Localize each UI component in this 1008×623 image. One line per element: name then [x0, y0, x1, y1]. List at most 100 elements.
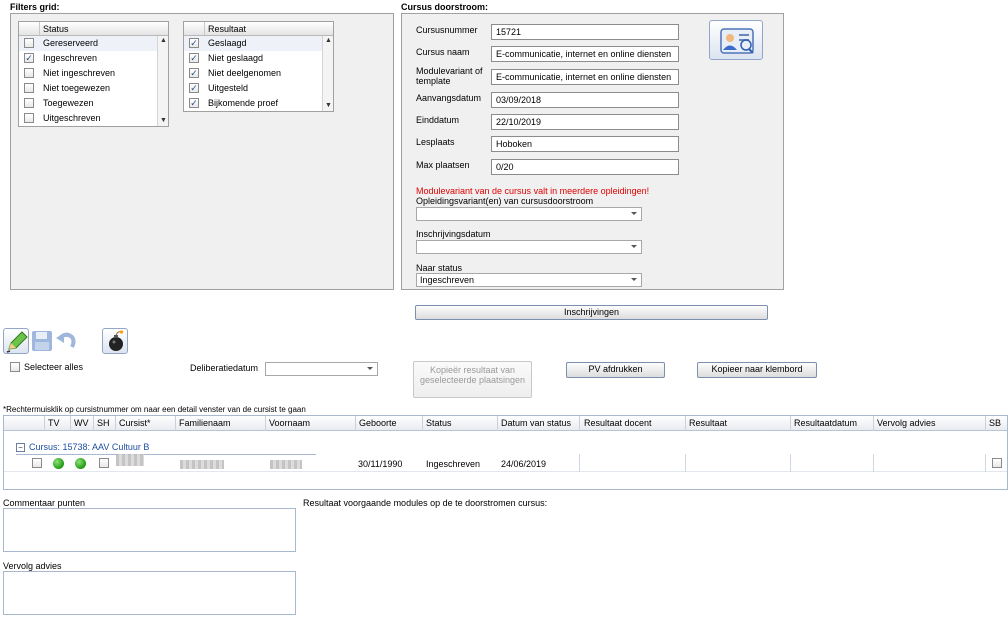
grid-header: TV WV SH Cursist* Familienaam Voornaam Geboort…: [4, 416, 1007, 431]
filter-checkbox[interactable]: ✓: [189, 53, 199, 63]
save-button[interactable]: [30, 329, 54, 353]
column-header[interactable]: WV: [74, 418, 89, 428]
wv-status-icon: [75, 458, 86, 469]
filters-title: Filters grid:: [10, 2, 60, 12]
vervolg-advies-label: Vervolg advies: [3, 561, 62, 571]
familienaam-redacted: [180, 460, 224, 469]
column-header[interactable]: Vervolg advies: [877, 418, 936, 428]
filter-checkbox[interactable]: ✓: [189, 38, 199, 48]
filter-checkbox[interactable]: ✓: [189, 68, 199, 78]
column-header[interactable]: Cursist*: [119, 418, 151, 428]
opleiding-select[interactable]: [416, 207, 642, 221]
sh-checkbox[interactable]: [99, 458, 109, 468]
column-header[interactable]: Geboorte: [359, 418, 397, 428]
filter-checkbox[interactable]: [24, 98, 34, 108]
copy-clipboard-button[interactable]: Kopieer naar klembord: [697, 362, 817, 378]
filter-row[interactable]: Niet ingeschreven: [19, 66, 168, 81]
deliberatiedatum-select[interactable]: [265, 362, 378, 376]
filter-checkbox[interactable]: [24, 113, 34, 123]
select-all-checkbox[interactable]: [10, 362, 20, 372]
column-header[interactable]: TV: [48, 418, 60, 428]
modulevariant-field[interactable]: E-communicatie, internet en online diens…: [491, 69, 679, 85]
row-select-checkbox[interactable]: [32, 458, 42, 468]
checkmark-icon: ✓: [190, 68, 198, 78]
column-header[interactable]: Resultaat docent: [584, 418, 652, 428]
pv-print-button[interactable]: PV afdrukken: [566, 362, 665, 378]
inschrijvingen-button[interactable]: Inschrijvingen: [415, 305, 768, 320]
aanvangsdatum-label: Aanvangsdatum: [416, 93, 482, 103]
cursusnummer-field[interactable]: 15721: [491, 24, 679, 40]
filter-label: Toegewezen: [43, 98, 94, 108]
filter-checkbox[interactable]: ✓: [189, 83, 199, 93]
status-scrollbar[interactable]: ▲ ▼: [157, 36, 168, 126]
filter-row[interactable]: ✓ Bijkomende proef: [184, 96, 333, 111]
resultaat-header-label: Resultaat: [208, 24, 247, 34]
cursist-number-redacted[interactable]: [116, 454, 144, 466]
aanvangsdatum-field[interactable]: 03/09/2018: [491, 92, 679, 108]
modulevariant-label: Modulevariant of template: [416, 66, 483, 86]
resultaat-filter-list: Resultaat ✓ Geslaagd ✓ Niet geslaagd ✓ Niet d…: [183, 21, 334, 112]
cursusnaam-field[interactable]: E-communicatie, internet en online diens…: [491, 46, 679, 62]
undo-button[interactable]: [54, 329, 78, 353]
column-header[interactable]: SB: [989, 418, 1001, 428]
copy-result-button[interactable]: Kopieër resultaat van geselecteerde plaa…: [413, 361, 532, 398]
filter-checkbox[interactable]: ✓: [24, 53, 34, 63]
scroll-up-icon[interactable]: ▲: [323, 36, 334, 46]
filter-row[interactable]: Uitgeschreven: [19, 111, 168, 126]
delete-button[interactable]: [102, 328, 128, 354]
max-plaatsen-field[interactable]: 0/20: [491, 159, 679, 175]
filter-row[interactable]: ✓ Uitgesteld: [184, 81, 333, 96]
bomb-icon: [109, 330, 124, 351]
deliberatiedatum-label: Deliberatiedatum: [190, 363, 259, 373]
commentaar-textarea[interactable]: [3, 508, 296, 552]
einddatum-field[interactable]: 22/10/2019: [491, 114, 679, 130]
scroll-up-icon[interactable]: ▲: [158, 36, 169, 46]
sb-checkbox[interactable]: [992, 458, 1002, 468]
pencil-icon: [6, 331, 28, 353]
naar-status-select[interactable]: Ingeschreven: [416, 273, 642, 287]
column-header[interactable]: Resultaat: [689, 418, 727, 428]
inschrijvingsdatum-select[interactable]: [416, 240, 642, 254]
modulevariant-warning: Modulevariant van de cursus valt in meer…: [416, 186, 650, 196]
chevron-down-icon: [631, 212, 637, 215]
column-header[interactable]: Status: [426, 418, 452, 428]
vervolg-advies-textarea[interactable]: [3, 571, 296, 615]
column-header[interactable]: Resultaatdatum: [794, 418, 857, 428]
edit-button[interactable]: [3, 328, 29, 354]
filter-checkbox[interactable]: ✓: [189, 98, 199, 108]
group-row[interactable]: − Cursus: 15738: AAV Cultuur B: [16, 441, 316, 455]
column-header[interactable]: SH: [97, 418, 110, 428]
course-panel: Cursusnummer 15721 Cursus naam E-communi…: [401, 13, 784, 290]
column-header[interactable]: Datum van status: [501, 418, 571, 428]
geboorte-cell: 30/11/1990: [358, 459, 403, 469]
resultaat-scrollbar[interactable]: ▲ ▼: [322, 36, 333, 111]
filter-checkbox[interactable]: [24, 83, 34, 93]
scroll-down-icon[interactable]: ▼: [323, 101, 334, 111]
collapse-icon[interactable]: −: [16, 443, 25, 452]
chevron-down-icon: [367, 367, 373, 370]
filter-checkbox[interactable]: [24, 38, 34, 48]
cursusnummer-label: Cursusnummer: [416, 25, 478, 35]
filter-row[interactable]: Niet toegewezen: [19, 81, 168, 96]
column-header[interactable]: Familienaam: [179, 418, 231, 428]
filter-label: Niet ingeschreven: [43, 68, 116, 78]
checkmark-icon: ✓: [190, 38, 198, 48]
undo-icon: [56, 332, 76, 348]
lesplaats-field[interactable]: Hoboken: [491, 136, 679, 152]
filter-row[interactable]: Gereserveerd: [19, 36, 168, 51]
inschrijvingsdatum-label: Inschrijvingsdatum: [416, 229, 491, 239]
naar-status-value: Ingeschreven: [420, 275, 475, 285]
opleiding-label: Opleidingsvariant(en) van cursusdoorstro…: [416, 196, 594, 206]
filter-row[interactable]: Toegewezen: [19, 96, 168, 111]
scroll-down-icon[interactable]: ▼: [158, 116, 169, 126]
column-header[interactable]: Voornaam: [269, 418, 310, 428]
student-card-button[interactable]: [709, 20, 763, 60]
filter-label: Gereserveerd: [43, 38, 99, 48]
lesplaats-label: Lesplaats: [416, 137, 455, 147]
filter-row[interactable]: ✓ Ingeschreven: [19, 51, 168, 66]
course-title: Cursus doorstroom:: [401, 2, 489, 12]
filter-row[interactable]: ✓ Niet geslaagd: [184, 51, 333, 66]
filter-row[interactable]: ✓ Geslaagd: [184, 36, 333, 51]
filter-row[interactable]: ✓ Niet deelgenomen: [184, 66, 333, 81]
filter-checkbox[interactable]: [24, 68, 34, 78]
